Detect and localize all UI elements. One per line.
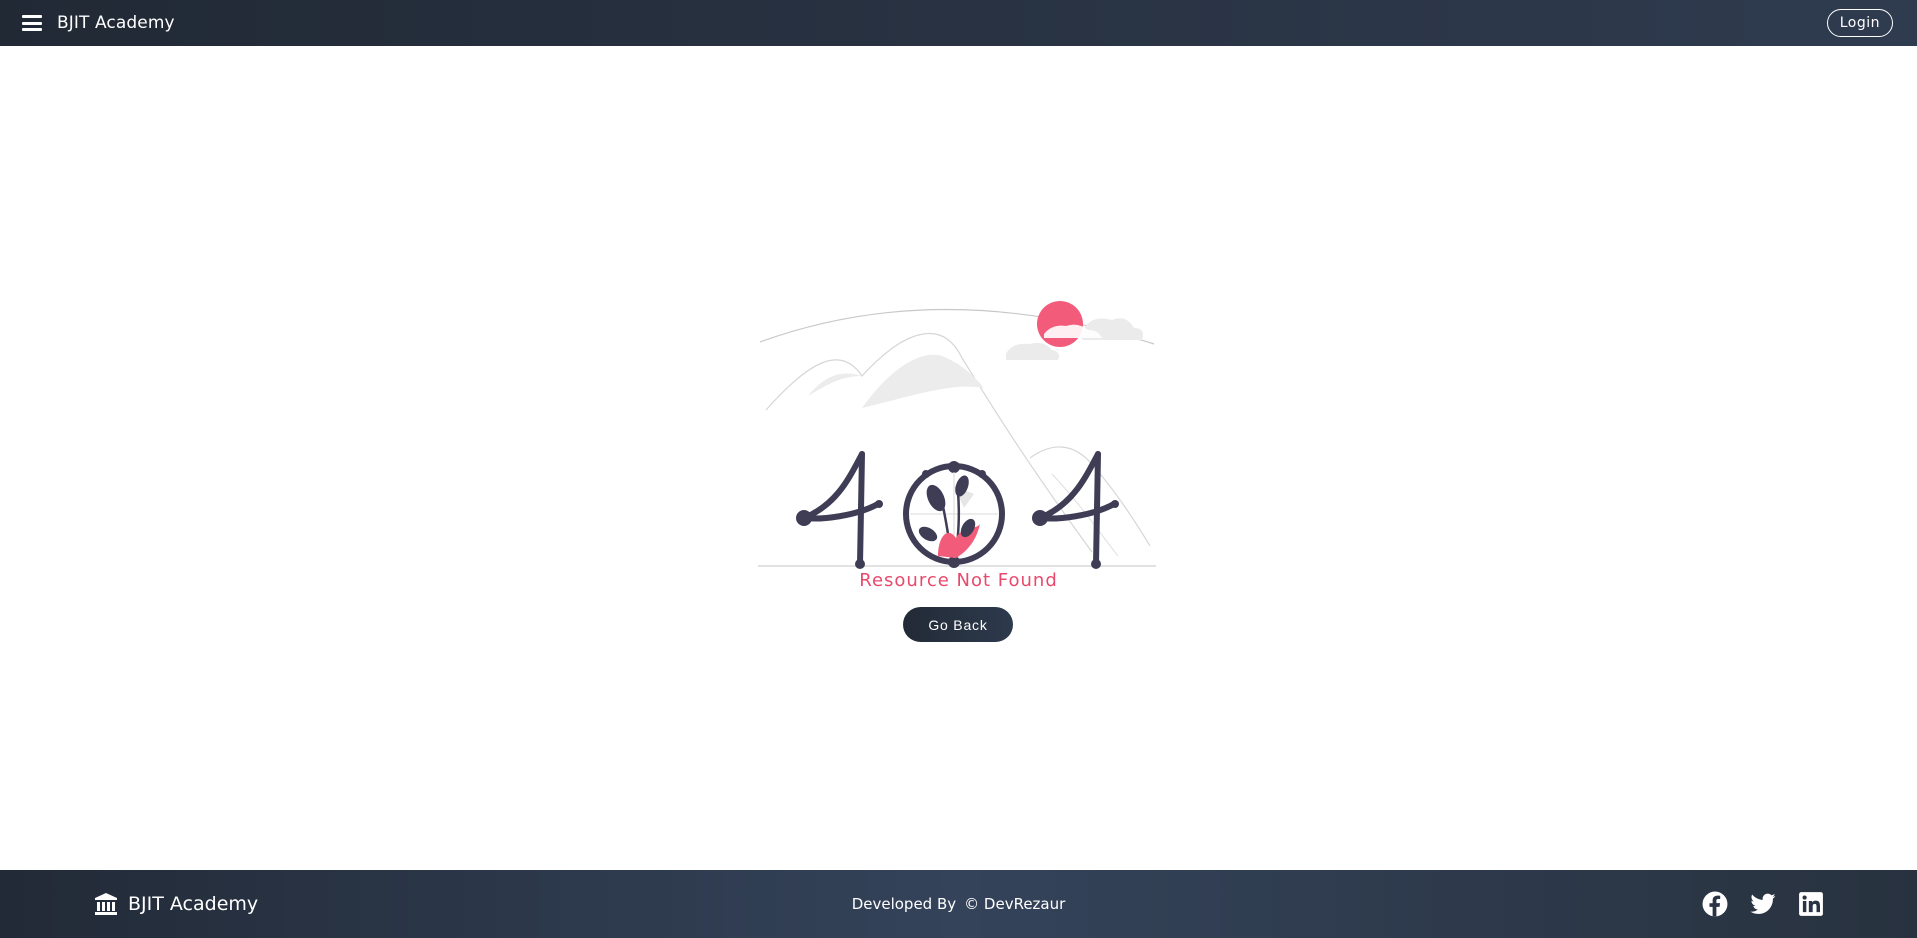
go-back-button[interactable]: Go Back [903, 607, 1013, 642]
footer-credit: Developed By © DevRezaur [0, 895, 1917, 913]
error-message: Resource Not Found [859, 570, 1058, 591]
page: BJIT Academy Login Resource Not Found Go… [0, 0, 1917, 938]
mountain-snow [862, 354, 984, 408]
main-content: Resource Not Found Go Back [0, 46, 1917, 870]
facebook-icon[interactable] [1702, 891, 1728, 917]
twitter-icon[interactable] [1750, 891, 1776, 917]
navbar-left: BJIT Academy [22, 13, 175, 33]
credit-author: © DevRezaur [964, 895, 1066, 913]
mountain-snow [808, 373, 862, 396]
menu-bar [22, 28, 42, 31]
credit-prefix: Developed By [851, 895, 957, 913]
digit-zero [903, 461, 1005, 568]
app-title[interactable]: BJIT Academy [57, 13, 175, 33]
mountain-outline [1029, 446, 1151, 547]
sun [1037, 301, 1083, 347]
login-button[interactable]: Login [1826, 9, 1893, 37]
cloud [1006, 342, 1060, 360]
footer: BJIT Academy Developed By © DevRezaur [0, 870, 1917, 938]
404-illustration [758, 301, 1156, 569]
menu-bar [22, 21, 42, 25]
top-navbar: BJIT Academy Login [0, 0, 1917, 46]
linkedin-icon[interactable] [1798, 891, 1824, 917]
menu-bar [22, 15, 42, 18]
digit-four-right [1032, 451, 1119, 569]
digit-four-left [796, 451, 883, 569]
social-links [1680, 891, 1824, 917]
hamburger-menu-icon[interactable] [22, 13, 44, 33]
